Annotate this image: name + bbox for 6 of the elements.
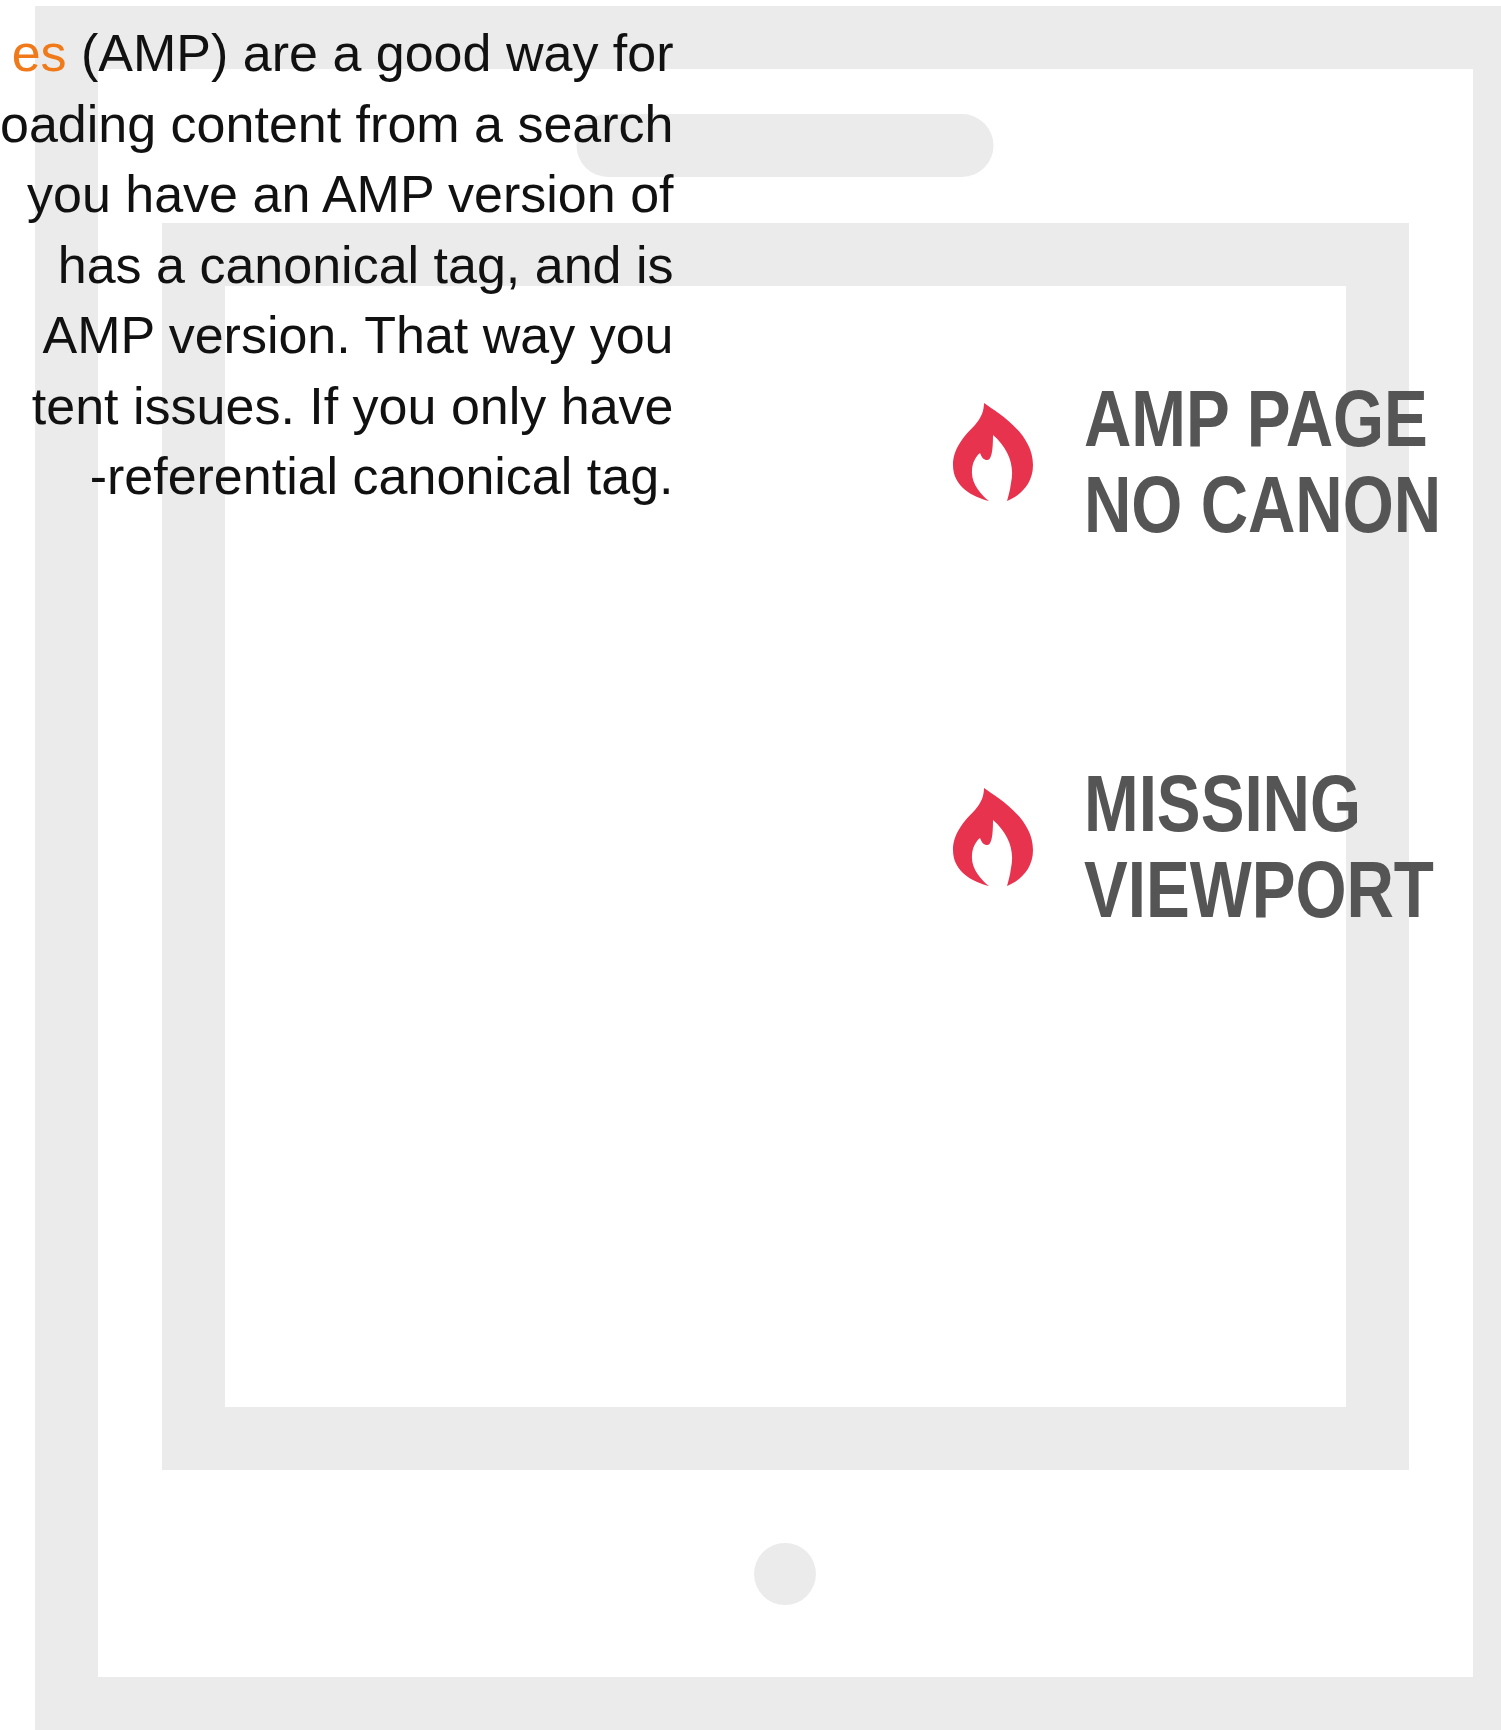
article-paragraph: es (AMP) are a good way for oading content from a search you have an AMP version of has a canonical tag, and is AMP version. That way you tent issues. If you only have -referential canonical tag. [0,23,674,507]
issue-label: MISSING VIEWPORT [1083,761,1434,933]
issue-label: AMP PAGE NO CANON [1083,376,1441,548]
flame-icon [952,403,1033,501]
article-link[interactable]: es [11,24,67,82]
flame-icon [952,788,1033,886]
